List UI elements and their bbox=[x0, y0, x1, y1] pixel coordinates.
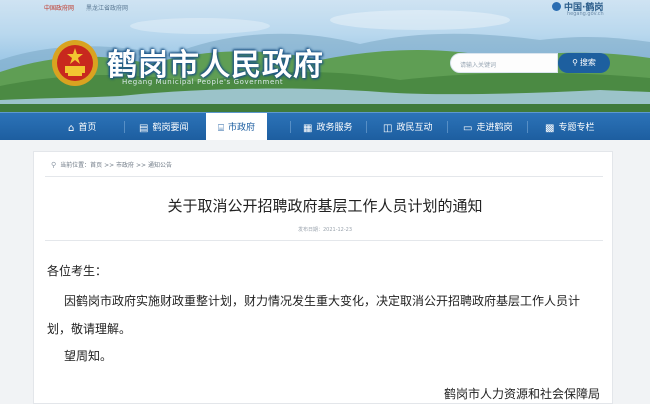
nav-divider bbox=[527, 121, 528, 133]
publish-date: 发布日期：2021-12-23 bbox=[0, 226, 650, 233]
divider bbox=[45, 176, 603, 177]
search-input[interactable]: 请输入关键词 bbox=[450, 53, 558, 73]
main-nav: ⌂ 首页 ▤ 鹤岗要闻 ⌸ 市政府 ▦ 政务服务 ◫ 政民互动 ▭ 走进鹤岗 ▩ 专题专栏 bbox=[0, 112, 650, 141]
nav-item-public-interaction[interactable]: ◫ 政民互动 bbox=[383, 113, 432, 141]
article-title: 关于取消公开招聘政府基层工作人员计划的通知 bbox=[167, 197, 483, 215]
nav-item-news[interactable]: ▤ 鹤岗要闻 bbox=[139, 113, 188, 141]
nav-divider bbox=[447, 121, 448, 133]
nav-item-home[interactable]: ⌂ 首页 bbox=[68, 113, 96, 141]
search-icon: ⚲ bbox=[572, 58, 578, 67]
link-china-gov[interactable]: 中国政府网 bbox=[44, 5, 74, 12]
article-paragraph-line-2: 划，敬请理解。 bbox=[47, 322, 132, 336]
site-banner: 中国政府网 黑龙江省政府网 中国·鹤岗 hegang.gov.cn 鹤岗市人民政… bbox=[0, 0, 650, 112]
nav-item-label: 专题专栏 bbox=[558, 123, 595, 133]
nav-divider bbox=[366, 121, 367, 133]
breadcrumb: ⚲ 当前位置：首页 >> 市政府 >> 通知公告 bbox=[51, 160, 172, 169]
grid-icon: ▩ bbox=[545, 123, 555, 134]
breadcrumb-item-city-government[interactable]: 市政府 bbox=[116, 162, 134, 169]
publish-date-label: 发布日期： bbox=[297, 227, 323, 233]
breadcrumb-prefix: 当前位置： bbox=[60, 162, 91, 169]
publish-date-value: 2021-12-23 bbox=[322, 227, 353, 233]
breadcrumb-item-home[interactable]: 首页 bbox=[90, 162, 102, 169]
search-button-label: 搜索 bbox=[579, 58, 596, 67]
brand-domain: hegang.gov.cn bbox=[567, 11, 604, 17]
breadcrumb-item-notices[interactable]: 通知公告 bbox=[148, 162, 172, 169]
link-heilongjiang-gov[interactable]: 黑龙江省政府网 bbox=[86, 5, 128, 12]
brand-logo-icon bbox=[552, 2, 561, 11]
nav-item-about-hegang[interactable]: ▭ 走进鹤岗 bbox=[463, 113, 512, 141]
nav-item-label: 市政府 bbox=[228, 123, 256, 133]
service-icon: ▦ bbox=[303, 123, 313, 134]
nav-item-city-government[interactable]: ⌸ 市政府 bbox=[206, 113, 268, 141]
site-subtitle: Hegang Municipal People's Government bbox=[122, 78, 284, 86]
nav-item-label: 政务服务 bbox=[316, 123, 353, 133]
nav-item-label: 政民互动 bbox=[396, 123, 433, 133]
government-building-icon: ⌸ bbox=[218, 123, 224, 134]
nav-item-government-services[interactable]: ▦ 政务服务 bbox=[303, 113, 352, 141]
nav-item-special-topics[interactable]: ▩ 专题专栏 bbox=[545, 113, 594, 141]
national-emblem-icon bbox=[52, 40, 98, 86]
nav-item-label: 鹤岗要闻 bbox=[152, 123, 189, 133]
nav-divider bbox=[124, 121, 125, 133]
article-salutation: 各位考生： bbox=[47, 264, 108, 278]
nav-divider bbox=[290, 121, 291, 133]
breadcrumb-separator: >> bbox=[102, 162, 117, 169]
article-closing: 望周知。 bbox=[64, 349, 113, 363]
chat-icon: ◫ bbox=[383, 123, 393, 134]
news-icon: ▤ bbox=[139, 123, 149, 134]
search-button[interactable]: ⚲ 搜索 bbox=[558, 53, 610, 73]
article-panel bbox=[33, 151, 613, 404]
monitor-icon: ▭ bbox=[463, 123, 473, 134]
article-paragraph-line-1: 因鹤岗市政府实施财政重整计划，财力情况发生重大变化，决定取消公开招聘政府基层工作… bbox=[64, 294, 581, 308]
location-pin-icon: ⚲ bbox=[51, 161, 57, 169]
divider bbox=[45, 240, 603, 241]
breadcrumb-separator: >> bbox=[134, 162, 148, 169]
top-links: 中国政府网 黑龙江省政府网 bbox=[44, 3, 138, 12]
nav-item-label: 首页 bbox=[78, 123, 97, 133]
home-icon: ⌂ bbox=[68, 123, 75, 134]
nav-item-label: 走进鹤岗 bbox=[476, 123, 513, 133]
article-signature: 鹤岗市人力资源和社会保障局 bbox=[444, 387, 601, 401]
